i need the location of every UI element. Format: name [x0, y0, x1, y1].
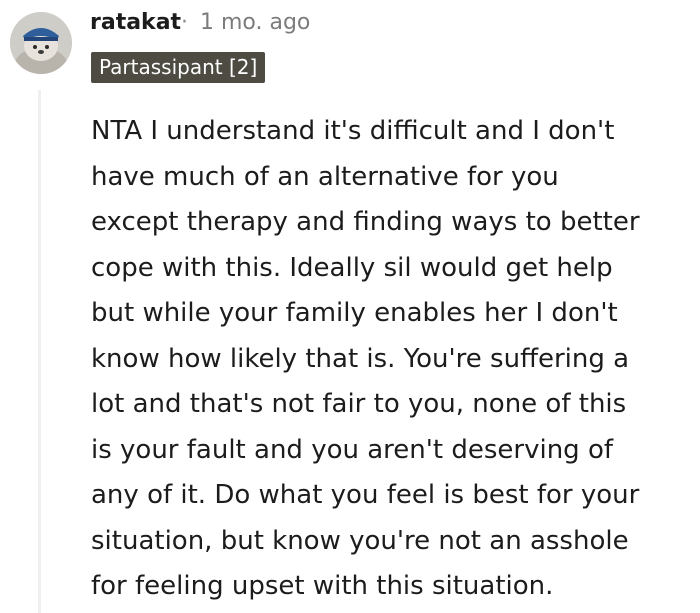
- thread-collapse-line[interactable]: [38, 90, 41, 613]
- meta-separator: ·: [181, 10, 188, 35]
- comment-body-line: except therapy and finding ways to bette…: [91, 207, 640, 237]
- author-username[interactable]: ratakat: [90, 10, 181, 35]
- comment-body: NTA I understand it's difficult and I do…: [91, 109, 696, 610]
- comment-timestamp[interactable]: 1 mo. ago: [200, 10, 310, 35]
- comment-body-line: situation, but know you're not an asshol…: [91, 525, 629, 556]
- comment-body-line: is your fault and you aren't deserving o…: [91, 434, 614, 465]
- comment-body-line: any of it. Do what you feel is best for …: [91, 480, 640, 510]
- comment-body-line: lot and that's not fair to you, none of …: [91, 389, 627, 419]
- comment-body-line: but while your family enables her I don'…: [91, 298, 618, 328]
- user-flair-badge: Partassipant [2]: [91, 52, 266, 83]
- comment: ratakat · 1 mo. ago Partassipant [2] NTA…: [0, 0, 700, 613]
- otter-avatar-icon: [10, 12, 72, 74]
- avatar[interactable]: [10, 12, 72, 74]
- comment-body-line: for feeling upset with this situation.: [91, 571, 554, 601]
- comment-body-line: have much of an alternative for you: [91, 161, 559, 192]
- comment-body-line: cope with this. Ideally sil would get he…: [91, 252, 613, 283]
- comment-body-line: know how likely that is. You're sufferin…: [91, 343, 630, 374]
- comment-body-line: NTA I understand it's difficult and I do…: [91, 116, 615, 146]
